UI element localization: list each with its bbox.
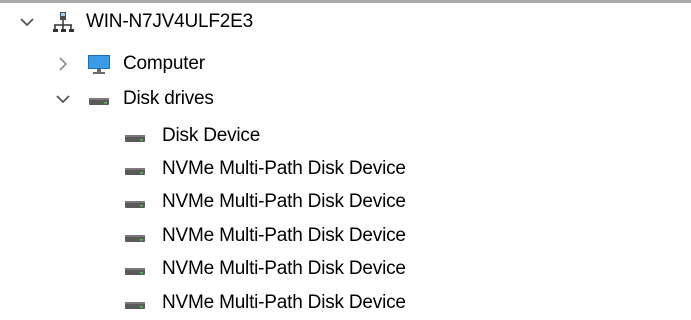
tree-node-disk-device[interactable]: Disk Device xyxy=(0,121,691,151)
tree-node-nvme-disk[interactable]: NVMe Multi-Path Disk Device xyxy=(0,154,691,184)
tree-node-label: Disk Device xyxy=(162,125,261,146)
disk-drive-icon xyxy=(125,268,145,275)
tree-node-nvme-disk[interactable]: NVMe Multi-Path Disk Device xyxy=(0,254,691,284)
chevron-down-icon[interactable] xyxy=(18,13,36,31)
disk-drive-icon xyxy=(125,302,145,309)
tree-node-disk-drives[interactable]: Disk drives xyxy=(0,84,691,114)
disk-drive-icon xyxy=(125,201,145,208)
tree-node-label: NVMe Multi-Path Disk Device xyxy=(162,191,406,212)
tree-node-label: Computer xyxy=(123,53,205,74)
monitor-icon xyxy=(88,55,110,74)
tree-node-label: NVMe Multi-Path Disk Device xyxy=(162,158,406,179)
disk-drive-icon xyxy=(125,168,145,175)
chevron-down-icon[interactable] xyxy=(54,90,72,108)
chevron-right-icon[interactable] xyxy=(54,55,72,73)
computer-network-icon xyxy=(53,12,74,32)
tree-node-nvme-disk[interactable]: NVMe Multi-Path Disk Device xyxy=(0,221,691,251)
tree-node-label: WIN-N7JV4ULF2E3 xyxy=(86,11,253,32)
tree-node-label: NVMe Multi-Path Disk Device xyxy=(162,225,406,246)
disk-drive-icon xyxy=(125,235,145,242)
device-tree[interactable]: WIN-N7JV4ULF2E3 Computer Disk drives Dis… xyxy=(0,0,691,320)
tree-node-nvme-disk[interactable]: NVMe Multi-Path Disk Device xyxy=(0,187,691,217)
tree-node-label: NVMe Multi-Path Disk Device xyxy=(162,292,406,313)
tree-node-root[interactable]: WIN-N7JV4ULF2E3 xyxy=(0,7,691,37)
disk-drive-icon xyxy=(89,98,109,105)
tree-node-label: Disk drives xyxy=(123,88,214,109)
tree-node-nvme-disk[interactable]: NVMe Multi-Path Disk Device xyxy=(0,288,691,318)
tree-node-label: NVMe Multi-Path Disk Device xyxy=(162,258,406,279)
tree-node-computer[interactable]: Computer xyxy=(0,49,691,79)
disk-drive-icon xyxy=(125,135,145,142)
